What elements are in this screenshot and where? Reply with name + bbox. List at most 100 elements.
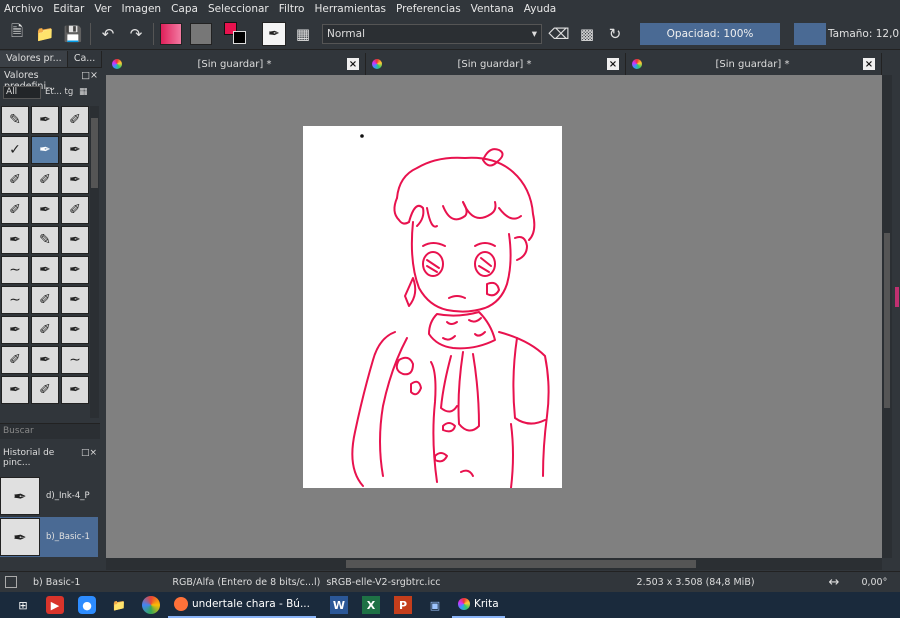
brush-preset[interactable]: ✒ xyxy=(61,316,89,344)
reload-preset-icon[interactable]: ↻ xyxy=(604,23,626,45)
size-slider[interactable] xyxy=(794,22,826,45)
opacity-slider[interactable]: Opacidad: 100% xyxy=(640,22,780,45)
rotation-icon[interactable]: ↔ xyxy=(829,575,840,590)
menu-ventana[interactable]: Ventana xyxy=(471,3,514,15)
background-color-swatch[interactable] xyxy=(233,30,246,44)
menu-herramientas[interactable]: Herramientas xyxy=(314,3,386,15)
menu-ver[interactable]: Ver xyxy=(94,3,111,15)
menu-preferencias[interactable]: Preferencias xyxy=(396,3,461,15)
preset-search-input[interactable]: Buscar xyxy=(0,423,100,439)
brush-preset[interactable]: ∼ xyxy=(61,346,89,374)
save-icon[interactable]: 💾 xyxy=(62,23,84,45)
scrollbar-thumb[interactable] xyxy=(91,118,98,188)
brush-preset[interactable]: ✐ xyxy=(31,166,59,194)
app-icon[interactable]: ▶ xyxy=(46,596,64,614)
tab-layers[interactable]: Ca... xyxy=(68,51,102,67)
browser-task-title: undertale chara - Bú... xyxy=(192,598,310,610)
new-document-icon[interactable]: 🗎 xyxy=(6,22,28,45)
brush-preset[interactable]: ✎ xyxy=(31,226,59,254)
brush-preset[interactable]: ✓ xyxy=(1,136,29,164)
brush-preset[interactable]: ✒ xyxy=(31,256,59,284)
menu-imagen[interactable]: Imagen xyxy=(122,3,162,15)
close-icon[interactable]: × xyxy=(607,58,619,70)
tag-filter-short: tg xyxy=(64,87,74,97)
brush-preset[interactable]: ✐ xyxy=(61,106,89,134)
brush-preset[interactable]: ✒ xyxy=(1,226,29,254)
menu-seleccionar[interactable]: Seleccionar xyxy=(208,3,269,15)
close-icon[interactable]: × xyxy=(863,58,875,70)
brush-preset[interactable]: ∼ xyxy=(1,256,29,284)
browser-task[interactable]: undertale chara - Bú... xyxy=(168,592,316,618)
canvas-horizontal-scrollbar[interactable] xyxy=(106,558,882,570)
brush-preset[interactable]: ✒ xyxy=(61,136,89,164)
view-options-icon[interactable]: ▦ xyxy=(79,87,88,97)
menu-filtro[interactable]: Filtro xyxy=(279,3,305,15)
open-folder-icon[interactable]: 📁 xyxy=(34,23,56,45)
tag-filter[interactable]: Et... tg xyxy=(45,87,79,97)
document-modified-marker: * xyxy=(266,58,272,70)
powerpoint-icon[interactable]: P xyxy=(393,596,412,614)
brush-preset[interactable]: ✐ xyxy=(1,346,29,374)
document-tab[interactable]: [Sin guardar] * × xyxy=(366,53,626,75)
brush-preset[interactable]: ✒ xyxy=(1,316,29,344)
preset-filter-select[interactable]: All xyxy=(3,85,41,99)
float-close-icon[interactable]: □× xyxy=(81,448,97,460)
eraser-icon[interactable]: ⌫ xyxy=(548,23,570,45)
network-icon[interactable]: ▣ xyxy=(426,596,444,614)
blend-mode-value: Normal xyxy=(327,27,365,40)
brush-preset[interactable]: ✒ xyxy=(1,376,29,404)
brush-preset[interactable]: ✒ xyxy=(61,256,89,284)
brush-preset-selected[interactable]: ✒ xyxy=(31,136,59,164)
brush-preset-button[interactable]: ✒ xyxy=(262,21,286,46)
firefox-icon xyxy=(174,597,188,611)
history-item-selected[interactable]: ✒ b)_Basic-1 xyxy=(0,517,98,557)
tab-brush-presets[interactable]: Valores pr... xyxy=(0,51,68,67)
history-item[interactable]: ✒ d)_Ink-4_P xyxy=(0,476,98,516)
brush-settings-grid-icon[interactable]: ▦ xyxy=(292,23,314,45)
menu-editar[interactable]: Editar xyxy=(53,3,84,15)
brush-preset[interactable]: ✐ xyxy=(1,166,29,194)
preset-scrollbar[interactable] xyxy=(90,106,99,418)
float-close-icon[interactable]: □× xyxy=(81,70,98,82)
brush-preset[interactable]: ✐ xyxy=(31,316,59,344)
foreground-background-colors[interactable] xyxy=(224,21,250,46)
alpha-lock-icon[interactable]: ▩ xyxy=(576,23,598,45)
brush-preset[interactable]: ✒ xyxy=(61,376,89,404)
brush-preset[interactable]: ✐ xyxy=(1,196,29,224)
brush-preset[interactable]: ✒ xyxy=(31,346,59,374)
brush-indicator-icon[interactable] xyxy=(5,576,17,588)
zoom-icon[interactable]: ● xyxy=(78,596,96,614)
brush-preset[interactable]: ✐ xyxy=(31,376,59,404)
menu-archivo[interactable]: Archivo xyxy=(4,3,43,15)
brush-preset[interactable]: ✒ xyxy=(61,166,89,194)
close-icon[interactable]: × xyxy=(347,58,359,70)
brush-preset[interactable]: ✒ xyxy=(61,286,89,314)
word-icon[interactable]: W xyxy=(329,596,348,614)
blend-mode-select[interactable]: Normal ▾ xyxy=(322,23,542,44)
scrollbar-thumb[interactable] xyxy=(884,233,890,408)
pattern-selector[interactable] xyxy=(190,22,212,45)
redo-icon[interactable]: ↷ xyxy=(125,23,147,45)
brush-preset[interactable]: ∼ xyxy=(1,286,29,314)
gradient-selector[interactable] xyxy=(160,22,182,45)
excel-icon[interactable]: X xyxy=(361,596,380,614)
krita-task[interactable]: Krita xyxy=(451,592,505,618)
brush-preset[interactable]: ✒ xyxy=(31,106,59,134)
menu-capa[interactable]: Capa xyxy=(171,3,198,15)
document-tab[interactable]: [Sin guardar] * × xyxy=(106,53,366,75)
document-tab[interactable]: [Sin guardar] * × xyxy=(626,53,882,75)
drawing-canvas[interactable] xyxy=(303,126,562,488)
undo-icon[interactable]: ↶ xyxy=(97,23,119,45)
brush-preset[interactable]: ✒ xyxy=(61,226,89,254)
status-image-size: 2.503 x 3.508 (84,8 MiB) xyxy=(636,576,755,588)
menu-ayuda[interactable]: Ayuda xyxy=(524,3,556,15)
brush-preset[interactable]: ✐ xyxy=(31,286,59,314)
windows-start-icon[interactable]: ⊞ xyxy=(14,596,32,614)
brush-preset[interactable]: ✐ xyxy=(61,196,89,224)
brush-preset[interactable]: ✒ xyxy=(31,196,59,224)
canvas-vertical-scrollbar[interactable] xyxy=(882,75,892,558)
chrome-icon[interactable] xyxy=(142,596,160,614)
scrollbar-thumb[interactable] xyxy=(346,560,696,568)
folder-icon[interactable]: 📁 xyxy=(110,596,128,614)
brush-preset-eraser[interactable]: ✎ xyxy=(1,106,29,134)
